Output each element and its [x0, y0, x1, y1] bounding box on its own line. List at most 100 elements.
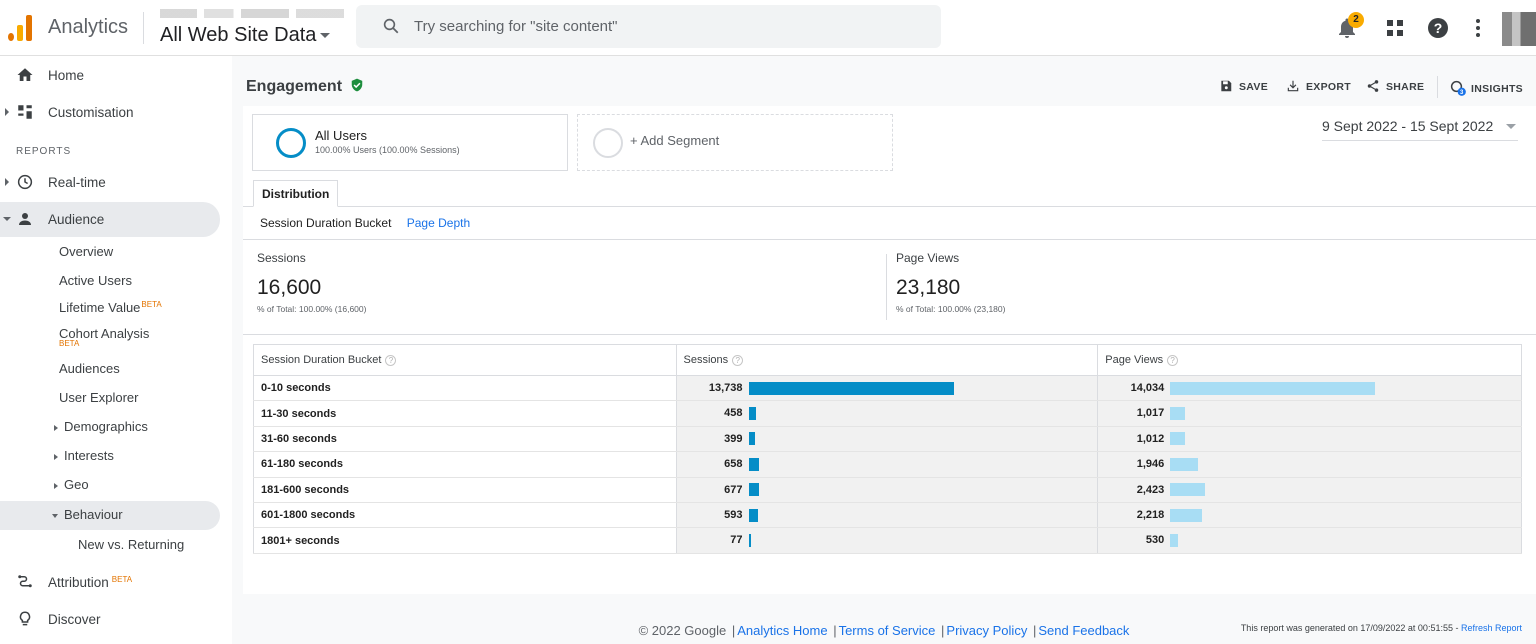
sidebar-item-lifetime-value[interactable]: Lifetime ValueBETA [59, 300, 162, 315]
sidebar-item-discover[interactable]: Discover [0, 602, 220, 636]
pageviews-value: 14,034 [1130, 382, 1165, 395]
pageviews-bar [1170, 483, 1206, 497]
divider [243, 334, 1536, 335]
divider [886, 254, 887, 320]
save-button[interactable]: SAVE [1219, 79, 1268, 93]
segment-ring-icon [593, 128, 623, 158]
add-segment-label: + Add Segment [630, 133, 720, 148]
sessions-value: 593 [724, 509, 743, 522]
segment-all-users[interactable]: All Users 100.00% Users (100.00% Session… [252, 114, 568, 171]
more-vert-icon[interactable] [1466, 16, 1490, 40]
sidebar-item-label: Real-time [48, 175, 106, 190]
sessions-bar [748, 534, 751, 548]
metric-sessions: Sessions 16,600 % of Total: 100.00% (16,… [257, 251, 366, 314]
top-bar: Analytics All Web Site Data 2 ? [0, 0, 1536, 56]
sidebar-item-audiences[interactable]: Audiences [59, 361, 120, 376]
metric-percent: % of Total: 100.00% (23,180) [896, 304, 1006, 314]
home-icon [17, 68, 33, 81]
table-row: 11-30 seconds 458 1,017 [253, 400, 1522, 427]
distribution-table: Session Duration Bucket? Sessions? Page … [253, 344, 1522, 554]
metric-label: Page Views [896, 251, 960, 265]
app-name: Analytics [48, 16, 129, 38]
attribution-icon [18, 575, 32, 588]
pageviews-bar [1170, 457, 1199, 471]
add-segment-button[interactable]: + Add Segment [577, 114, 893, 171]
sidebar-item-geo[interactable]: Geo [54, 477, 89, 492]
sidebar-item-label: Discover [48, 612, 101, 627]
apps-grid-icon[interactable] [1383, 16, 1407, 40]
sidebar-item-label: Lifetime Value [59, 300, 141, 315]
column-header-bucket[interactable]: Session Duration Bucket? [253, 344, 677, 376]
avatar[interactable] [1502, 12, 1536, 46]
column-header-label: Session Duration Bucket [261, 354, 382, 366]
verified-check-icon [352, 78, 363, 92]
help-question-icon[interactable]: ? [385, 355, 397, 366]
sidebar-item-audience[interactable]: Audience [0, 202, 220, 237]
table-row: 601-1800 seconds 593 2,218 [253, 502, 1522, 529]
help-icon[interactable]: ? [1426, 16, 1450, 40]
sidebar-item-demographics[interactable]: Demographics [54, 419, 148, 434]
pageviews-cell: 1,946 [1097, 451, 1522, 478]
sidebar-item-label: Geo [64, 477, 89, 492]
pageviews-bar [1170, 407, 1186, 421]
help-question-icon[interactable]: ? [732, 355, 744, 366]
sidebar: Home Customisation REPORTS Real-time Aud… [0, 56, 232, 644]
beta-badge: BETA [111, 575, 133, 584]
sidebar-item-realtime[interactable]: Real-time [0, 165, 220, 199]
bucket-cell: 61-180 seconds [253, 451, 677, 478]
help-question-icon[interactable]: ? [1167, 355, 1179, 366]
report-title-text: Engagement [246, 78, 343, 95]
analytics-logo-icon[interactable] [8, 15, 34, 41]
pageviews-bar [1170, 432, 1186, 446]
bucket-cell: 181-600 seconds [253, 477, 677, 503]
sessions-value: 458 [724, 407, 743, 420]
footer-link-privacy[interactable]: Privacy Policy [946, 623, 1027, 638]
sidebar-item-user-explorer[interactable]: User Explorer [59, 390, 138, 405]
lightbulb-icon [19, 611, 31, 626]
search-box[interactable] [356, 5, 941, 48]
sidebar-item-overview[interactable]: Overview [59, 244, 113, 259]
subtab-session-duration-bucket[interactable]: Session Duration Bucket [260, 216, 391, 230]
property-selector[interactable]: All Web Site Data [160, 24, 331, 47]
sidebar-item-behaviour[interactable]: Behaviour [52, 507, 123, 522]
footer-link-analytics-home[interactable]: Analytics Home [737, 623, 827, 638]
expand-arrow-icon [54, 482, 58, 489]
footer-link-terms[interactable]: Terms of Service [839, 623, 936, 638]
table-row: 61-180 seconds 658 1,946 [253, 451, 1522, 478]
sidebar-item-label: Customisation [48, 105, 134, 120]
tab-distribution[interactable]: Distribution [253, 180, 339, 207]
export-label: EXPORT [1306, 81, 1351, 93]
date-range-picker[interactable]: 9 Sept 2022 - 15 Sept 2022 [1322, 118, 1518, 141]
export-button[interactable]: EXPORT [1286, 79, 1351, 93]
sidebar-item-home[interactable]: Home [0, 58, 220, 92]
sessions-value: 13,738 [708, 382, 743, 395]
insights-icon: 3 [1450, 80, 1466, 96]
save-label: SAVE [1239, 81, 1269, 93]
table-row: 1801+ seconds 77 530 [253, 527, 1522, 554]
pageviews-bar [1170, 534, 1179, 548]
sidebar-item-attribution[interactable]: Attribution BETA [0, 565, 220, 599]
sidebar-item-new-vs-returning[interactable]: New vs. Returning [78, 537, 184, 552]
column-header-page-views[interactable]: Page Views? [1097, 344, 1522, 376]
beta-badge: BETA [59, 339, 80, 348]
sessions-bar [748, 432, 755, 446]
sidebar-item-cohort-analysis[interactable]: Cohort Analysis BETA [59, 327, 149, 348]
sidebar-item-active-users[interactable]: Active Users [59, 273, 132, 288]
footer-link-feedback[interactable]: Send Feedback [1038, 623, 1129, 638]
share-button[interactable]: SHARE [1366, 79, 1424, 93]
collapse-arrow-icon [52, 513, 58, 518]
subtab-page-depth[interactable]: Page Depth [407, 216, 470, 230]
column-header-sessions[interactable]: Sessions? [675, 344, 1099, 376]
sidebar-item-customisation[interactable]: Customisation [0, 95, 220, 129]
sessions-value: 77 [730, 534, 743, 547]
insights-button[interactable]: 3 INSIGHTS [1449, 79, 1523, 97]
sidebar-item-interests[interactable]: Interests [54, 448, 114, 463]
search-input[interactable] [414, 13, 914, 39]
caret-down-icon [1506, 124, 1516, 129]
sessions-cell: 13,738 [675, 374, 1098, 402]
bucket-cell: 601-1800 seconds [253, 502, 677, 529]
collapse-arrow-icon [3, 217, 11, 221]
sidebar-item-label: Behaviour [64, 507, 123, 522]
table-row: 31-60 seconds 399 1,012 [253, 426, 1522, 453]
metric-page-views: Page Views 23,180 % of Total: 100.00% (2… [896, 251, 1005, 314]
